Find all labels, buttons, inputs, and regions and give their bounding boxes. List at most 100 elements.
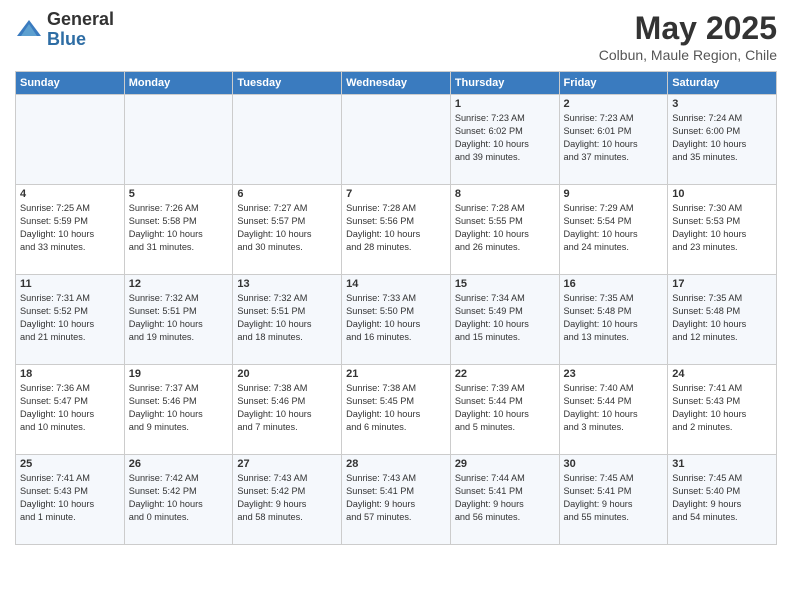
day-info: Sunrise: 7:41 AM Sunset: 5:43 PM Dayligh… [20,472,120,524]
day-info: Sunrise: 7:39 AM Sunset: 5:44 PM Dayligh… [455,382,555,434]
day-number: 11 [20,278,120,290]
day-header-saturday: Saturday [668,72,777,95]
day-info: Sunrise: 7:23 AM Sunset: 6:02 PM Dayligh… [455,112,555,164]
day-number: 16 [564,278,664,290]
day-header-wednesday: Wednesday [342,72,451,95]
calendar-cell [16,95,125,185]
calendar-cell: 27Sunrise: 7:43 AM Sunset: 5:42 PM Dayli… [233,455,342,545]
day-number: 17 [672,278,772,290]
day-info: Sunrise: 7:45 AM Sunset: 5:41 PM Dayligh… [564,472,664,524]
calendar-cell: 6 Sunrise: 7:27 AM Sunset: 5:57 PM Daylig… [233,185,342,275]
day-info: Sunrise: 7:43 AM Sunset: 5:41 PM Dayligh… [346,472,446,524]
day-number: 12 [129,278,229,290]
calendar-week-5: 25 Sunrise: 7:41 AM Sunset: 5:43 PM Dayli… [16,455,777,545]
day-number: 24 [672,368,772,380]
day-number: 13 [237,278,337,290]
calendar-cell [233,95,342,185]
day-number: 15 [455,278,555,290]
calendar-cell [342,95,451,185]
calendar-table: SundayMondayTuesdayWednesdayThursdayFrid… [15,71,777,545]
logo-icon [15,16,43,44]
day-number: 2 [564,98,664,110]
calendar-cell: 14Sunrise: 7:33 AM Sunset: 5:50 PM Dayli… [342,275,451,365]
day-number: 5 [129,188,229,200]
day-info: Sunrise: 7:35 AM Sunset: 5:48 PM Dayligh… [564,292,664,344]
calendar-cell: 3Sunrise: 7:24 AM Sunset: 6:00 PM Daylig… [668,95,777,185]
calendar-week-4: 18 Sunrise: 7:36 AM Sunset: 5:47 PM Dayli… [16,365,777,455]
day-info: Sunrise: 7:35 AM Sunset: 5:48 PM Dayligh… [672,292,772,344]
day-info: Sunrise: 7:32 AM Sunset: 5:51 PM Dayligh… [237,292,337,344]
day-info: Sunrise: 7:42 AM Sunset: 5:42 PM Dayligh… [129,472,229,524]
month-title: May 2025 [599,10,777,47]
calendar-cell: 20Sunrise: 7:38 AM Sunset: 5:46 PM Dayli… [233,365,342,455]
calendar-week-1: 1 Sunrise: 7:23 AM Sunset: 6:02 PM Daylig… [16,95,777,185]
day-number: 30 [564,458,664,470]
day-number: 6 [237,188,337,200]
calendar-cell: 25 Sunrise: 7:41 AM Sunset: 5:43 PM Dayli… [16,455,125,545]
calendar-cell: 19 Sunrise: 7:37 AM Sunset: 5:46 PM Dayli… [124,365,233,455]
location: Colbun, Maule Region, Chile [599,47,777,63]
day-info: Sunrise: 7:45 AM Sunset: 5:40 PM Dayligh… [672,472,772,524]
calendar-cell: 31 Sunrise: 7:45 AM Sunset: 5:40 PM Dayli… [668,455,777,545]
calendar-cell: 30 Sunrise: 7:45 AM Sunset: 5:41 PM Dayli… [559,455,668,545]
calendar-cell: 2 Sunrise: 7:23 AM Sunset: 6:01 PM Daylig… [559,95,668,185]
day-info: Sunrise: 7:37 AM Sunset: 5:46 PM Dayligh… [129,382,229,434]
day-info: Sunrise: 7:24 AM Sunset: 6:00 PM Dayligh… [672,112,772,164]
day-number: 29 [455,458,555,470]
day-info: Sunrise: 7:27 AM Sunset: 5:57 PM Dayligh… [237,202,337,254]
calendar-cell: 15 Sunrise: 7:34 AM Sunset: 5:49 PM Dayli… [450,275,559,365]
day-info: Sunrise: 7:29 AM Sunset: 5:54 PM Dayligh… [564,202,664,254]
calendar-cell: 12 Sunrise: 7:32 AM Sunset: 5:51 PM Dayli… [124,275,233,365]
day-info: Sunrise: 7:30 AM Sunset: 5:53 PM Dayligh… [672,202,772,254]
day-info: Sunrise: 7:44 AM Sunset: 5:41 PM Dayligh… [455,472,555,524]
day-info: Sunrise: 7:34 AM Sunset: 5:49 PM Dayligh… [455,292,555,344]
day-info: Sunrise: 7:26 AM Sunset: 5:58 PM Dayligh… [129,202,229,254]
day-number: 4 [20,188,120,200]
day-info: Sunrise: 7:28 AM Sunset: 5:56 PM Dayligh… [346,202,446,254]
day-number: 21 [346,368,446,380]
calendar-cell: 26Sunrise: 7:42 AM Sunset: 5:42 PM Dayli… [124,455,233,545]
calendar-cell: 5 Sunrise: 7:26 AM Sunset: 5:58 PM Daylig… [124,185,233,275]
day-number: 18 [20,368,120,380]
day-info: Sunrise: 7:31 AM Sunset: 5:52 PM Dayligh… [20,292,120,344]
calendar-cell: 8 Sunrise: 7:28 AM Sunset: 5:55 PM Daylig… [450,185,559,275]
calendar-cell: 7Sunrise: 7:28 AM Sunset: 5:56 PM Daylig… [342,185,451,275]
day-number: 20 [237,368,337,380]
calendar-week-3: 11 Sunrise: 7:31 AM Sunset: 5:52 PM Dayli… [16,275,777,365]
day-info: Sunrise: 7:40 AM Sunset: 5:44 PM Dayligh… [564,382,664,434]
day-info: Sunrise: 7:28 AM Sunset: 5:55 PM Dayligh… [455,202,555,254]
day-info: Sunrise: 7:32 AM Sunset: 5:51 PM Dayligh… [129,292,229,344]
day-header-sunday: Sunday [16,72,125,95]
day-number: 10 [672,188,772,200]
title-block: May 2025 Colbun, Maule Region, Chile [599,10,777,63]
day-number: 23 [564,368,664,380]
calendar-cell: 28 Sunrise: 7:43 AM Sunset: 5:41 PM Dayli… [342,455,451,545]
day-header-monday: Monday [124,72,233,95]
calendar-cell: 21 Sunrise: 7:38 AM Sunset: 5:45 PM Dayli… [342,365,451,455]
day-header-tuesday: Tuesday [233,72,342,95]
calendar-cell: 4Sunrise: 7:25 AM Sunset: 5:59 PM Daylig… [16,185,125,275]
day-number: 25 [20,458,120,470]
day-number: 9 [564,188,664,200]
day-number: 31 [672,458,772,470]
calendar-cell: 9 Sunrise: 7:29 AM Sunset: 5:54 PM Daylig… [559,185,668,275]
day-number: 8 [455,188,555,200]
day-info: Sunrise: 7:41 AM Sunset: 5:43 PM Dayligh… [672,382,772,434]
page-header: General Blue May 2025 Colbun, Maule Regi… [15,10,777,63]
calendar-cell: 18 Sunrise: 7:36 AM Sunset: 5:47 PM Dayli… [16,365,125,455]
calendar-week-2: 4Sunrise: 7:25 AM Sunset: 5:59 PM Daylig… [16,185,777,275]
calendar-cell: 29 Sunrise: 7:44 AM Sunset: 5:41 PM Dayli… [450,455,559,545]
day-number: 27 [237,458,337,470]
calendar-cell: 11 Sunrise: 7:31 AM Sunset: 5:52 PM Dayli… [16,275,125,365]
day-number: 28 [346,458,446,470]
day-number: 19 [129,368,229,380]
days-header-row: SundayMondayTuesdayWednesdayThursdayFrid… [16,72,777,95]
calendar-cell: 17 Sunrise: 7:35 AM Sunset: 5:48 PM Dayli… [668,275,777,365]
day-info: Sunrise: 7:38 AM Sunset: 5:45 PM Dayligh… [346,382,446,434]
calendar-cell: 1 Sunrise: 7:23 AM Sunset: 6:02 PM Daylig… [450,95,559,185]
day-number: 1 [455,98,555,110]
day-info: Sunrise: 7:36 AM Sunset: 5:47 PM Dayligh… [20,382,120,434]
day-header-thursday: Thursday [450,72,559,95]
logo-text: General Blue [47,10,114,50]
day-info: Sunrise: 7:23 AM Sunset: 6:01 PM Dayligh… [564,112,664,164]
